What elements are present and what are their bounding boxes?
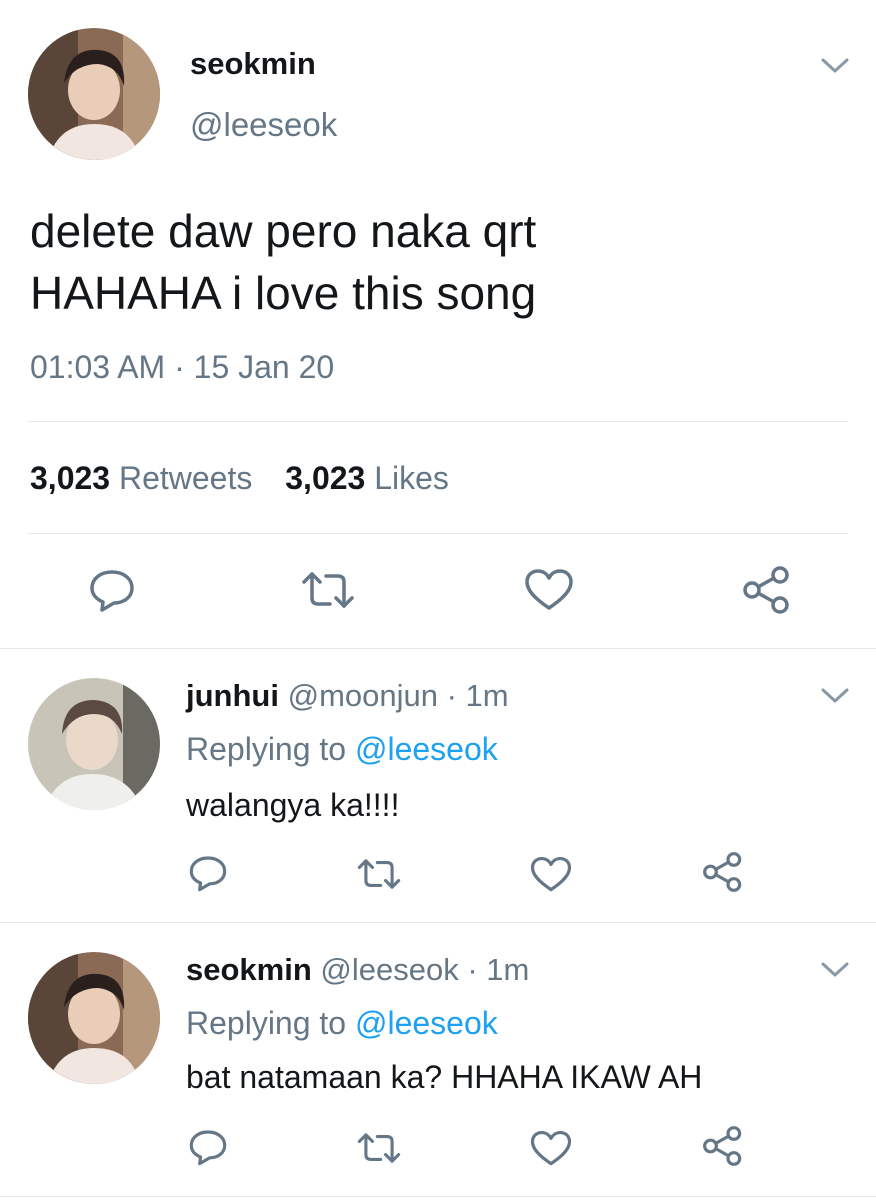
divider: [28, 421, 848, 422]
tweet-text: delete daw pero naka qrt HAHAHA i love t…: [30, 200, 536, 324]
retweet-icon[interactable]: [356, 856, 402, 892]
replying-to-label: Replying to: [186, 1005, 347, 1041]
display-name[interactable]: junhui: [186, 678, 279, 713]
retweets-count: 3,023: [30, 460, 111, 496]
replying-to-label: Replying to: [186, 731, 347, 767]
divider: [0, 922, 876, 923]
reply-time[interactable]: · 1m: [467, 952, 529, 987]
handle[interactable]: @moonjun: [288, 678, 438, 713]
reply-icon[interactable]: [188, 854, 228, 892]
reply-header: junhui @moonjun · 1m: [186, 678, 509, 714]
display-name[interactable]: seokmin: [190, 46, 316, 82]
reply-icon[interactable]: [88, 568, 136, 612]
reply-header: seokmin @leeseok · 1m: [186, 952, 529, 988]
replying-to: Replying to @leeseok: [186, 1005, 498, 1042]
avatar[interactable]: [28, 952, 160, 1084]
like-icon[interactable]: [524, 568, 574, 612]
likes-stat[interactable]: 3,023 Likes: [285, 460, 449, 496]
replying-to: Replying to @leeseok: [186, 731, 498, 768]
reply-text: walangya ka!!!!: [186, 787, 400, 823]
handle[interactable]: @leeseok: [320, 952, 458, 987]
display-name[interactable]: seokmin: [186, 952, 312, 987]
chevron-down-icon[interactable]: [820, 686, 850, 706]
chevron-down-icon[interactable]: [820, 56, 850, 76]
replying-to-link[interactable]: @leeseok: [355, 731, 498, 767]
retweets-stat[interactable]: 3,023 Retweets: [30, 460, 252, 496]
chevron-down-icon[interactable]: [820, 960, 850, 980]
engagement-stats: 3,023 Retweets 3,023 Likes: [30, 460, 449, 497]
replying-to-link[interactable]: @leeseok: [355, 1005, 498, 1041]
divider: [28, 533, 848, 534]
likes-label: Likes: [374, 460, 449, 496]
share-icon[interactable]: [702, 1126, 744, 1166]
reply-icon[interactable]: [188, 1128, 228, 1166]
retweets-label: Retweets: [118, 460, 253, 496]
like-icon[interactable]: [530, 1130, 572, 1167]
tweet-text-line: HAHAHA i love this song: [30, 267, 537, 319]
like-icon[interactable]: [530, 856, 572, 893]
reply-time[interactable]: · 1m: [447, 678, 509, 713]
timestamp[interactable]: 01:03 AM · 15 Jan 20: [30, 349, 334, 386]
retweet-icon[interactable]: [300, 568, 356, 612]
share-icon[interactable]: [742, 566, 792, 614]
reply-text: bat natamaan ka? HHAHA IKAW AH: [186, 1059, 703, 1095]
avatar[interactable]: [28, 678, 160, 810]
divider: [0, 648, 876, 649]
retweet-icon[interactable]: [356, 1130, 402, 1166]
divider: [0, 1196, 876, 1197]
avatar[interactable]: [28, 28, 160, 160]
likes-count: 3,023: [285, 460, 366, 496]
tweet-text-line: delete daw pero naka qrt: [30, 205, 537, 257]
handle[interactable]: @leeseok: [190, 106, 337, 144]
share-icon[interactable]: [702, 852, 744, 892]
